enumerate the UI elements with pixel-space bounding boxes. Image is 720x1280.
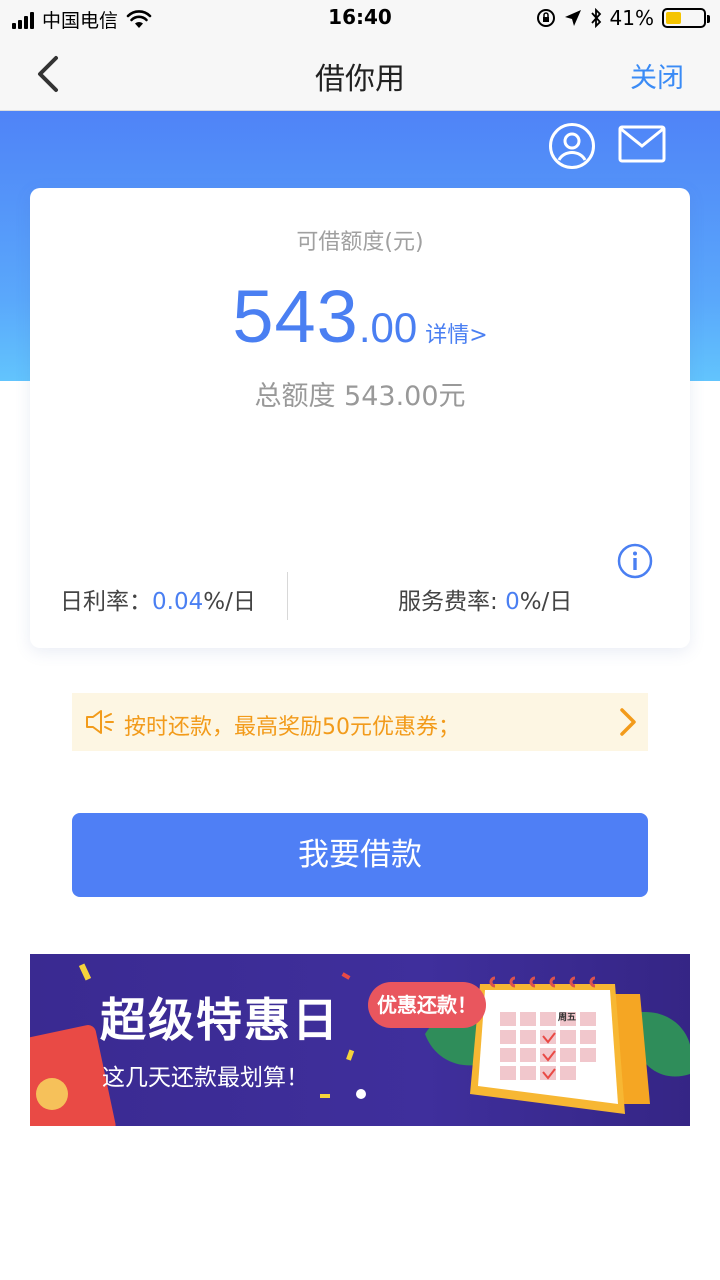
daily-rate: 日利率：0.04%/日 xyxy=(60,582,256,616)
info-icon[interactable] xyxy=(617,543,653,579)
location-icon xyxy=(564,10,581,26)
daily-rate-value: 0.04 xyxy=(152,589,204,615)
battery-icon xyxy=(662,8,710,28)
banner-title: 超级特惠日 xyxy=(100,993,340,1047)
close-button[interactable]: 关闭 xyxy=(630,56,684,95)
fee-rate-unit: %/日 xyxy=(519,589,573,615)
borrow-button[interactable]: 我要借款 xyxy=(72,813,648,897)
banner-bubble: 优惠还款！ xyxy=(368,982,486,1028)
mail-icon[interactable] xyxy=(618,124,666,164)
service-fee-rate: 服务费率: 0%/日 xyxy=(398,582,572,616)
speaker-icon xyxy=(86,710,114,734)
bluetooth-icon xyxy=(590,8,601,28)
promo-notice[interactable]: 按时还款，最高奖励50元优惠券； xyxy=(72,693,648,751)
fee-rate-label: 服务费率: xyxy=(398,589,506,615)
fee-rate-value: 0 xyxy=(505,589,520,615)
banner-subtitle: 这几天还款最划算！ xyxy=(102,1065,309,1091)
details-link[interactable]: 详情> xyxy=(425,317,487,349)
divider xyxy=(287,572,288,620)
calendar-header: 周五 xyxy=(558,1013,577,1023)
quota-card: 可借额度(元) 543 .00 详情> 总额度 543.00元 日利率：0.04… xyxy=(30,188,690,648)
amount-decimal: .00 xyxy=(358,304,418,351)
amount-integer: 543 xyxy=(232,275,359,358)
orientation-lock-icon xyxy=(536,9,555,27)
user-icon[interactable] xyxy=(548,122,596,170)
navigation-bar: 借你用 关闭 xyxy=(0,36,720,111)
status-bar: 中国电信 16:40 41% xyxy=(0,0,720,36)
chevron-right-icon xyxy=(620,708,636,736)
promo-text: 按时还款，最高奖励50元优惠券； xyxy=(124,715,460,740)
daily-rate-unit: %/日 xyxy=(203,589,256,615)
page-title: 借你用 xyxy=(315,62,405,97)
carousel-indicator[interactable] xyxy=(356,1089,366,1099)
total-quota: 总额度 543.00元 xyxy=(254,381,466,412)
promo-banner[interactable]: 周五 超级特惠日 这几天还款最划算！ 优惠还款！ xyxy=(30,954,690,1126)
quota-label: 可借额度(元) xyxy=(296,230,424,255)
battery-percent: 41% xyxy=(609,6,654,30)
daily-rate-label: 日利率： xyxy=(60,589,152,615)
quota-amount: 543 .00 详情> xyxy=(30,274,690,359)
